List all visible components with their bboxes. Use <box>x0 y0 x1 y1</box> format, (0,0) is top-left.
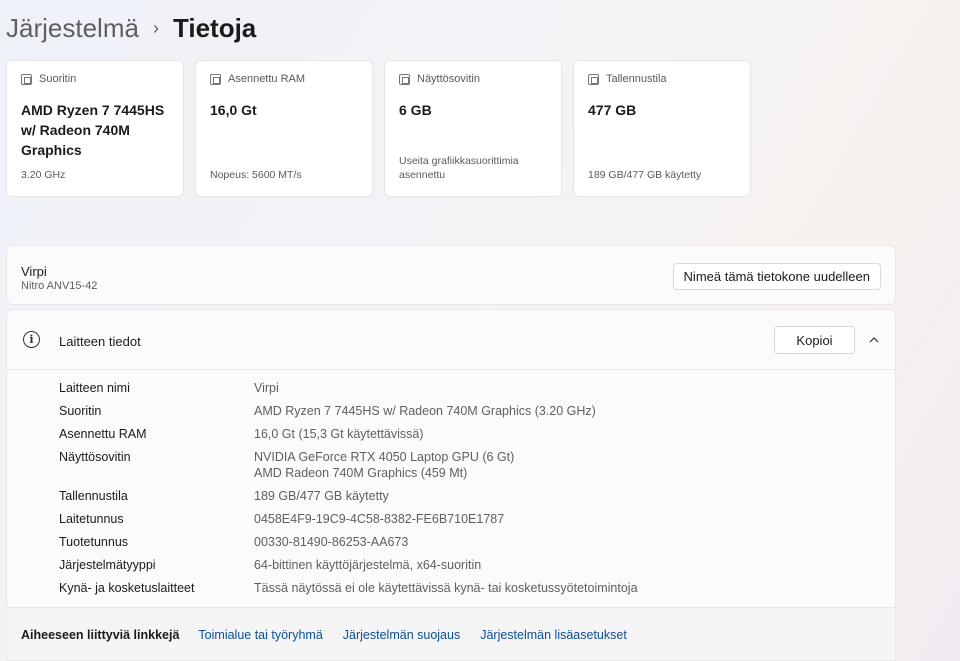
breadcrumb-parent[interactable]: Järjestelmä <box>6 13 139 44</box>
spec-row: Tuotetunnus 00330-81490-86253-AA673 <box>59 534 638 550</box>
related-links: Aiheeseen liittyviä linkkejä Toimialue t… <box>7 607 895 660</box>
spec-row: Tallennustila 189 GB/477 GB käytetty <box>59 488 638 504</box>
device-model: Nitro ANV15-42 <box>21 280 98 292</box>
spec-label: Tallennustila <box>59 489 128 503</box>
specs-header[interactable]: i Laitteen tiedot Kopioi <box>7 310 895 370</box>
card-label: Suoritin <box>39 73 77 85</box>
card-processor: Suoritin AMD Ryzen 7 7445HS w/ Radeon 74… <box>6 60 184 197</box>
spec-value: Tässä näytössä ei ole käytettävissä kynä… <box>254 581 638 595</box>
card-value: 16,0 Gt <box>210 102 257 118</box>
related-links-title: Aiheeseen liittyviä linkkejä <box>21 628 180 642</box>
link-advanced-system-settings[interactable]: Järjestelmän lisäasetukset <box>480 628 627 642</box>
card-footer: Useita grafiikkasuorittimia asennettu <box>399 155 519 181</box>
storage-icon <box>588 73 599 85</box>
spec-label: Laitteen nimi <box>59 381 130 395</box>
link-system-protection[interactable]: Järjestelmän suojaus <box>343 628 460 642</box>
rename-pc-button[interactable]: Nimeä tämä tietokone uudelleen <box>672 263 881 290</box>
page-title: Tietoja <box>172 12 257 43</box>
spec-row: Kynä- ja kosketuslaitteet Tässä näytössä… <box>59 580 638 596</box>
spec-row: Näyttösovitin NVIDIA GeForce RTX 4050 La… <box>59 449 638 481</box>
card-label: Tallennustila <box>606 73 667 85</box>
spec-row: Laitetunnus 0458E4F9-19C9-4C58-8382-FE6B… <box>59 511 638 527</box>
card-value: AMD Ryzen 7 7445HS w/ Radeon 740M Graphi… <box>21 102 165 158</box>
spec-value-line: AMD Radeon 740M Graphics (459 Mt) <box>254 466 468 480</box>
spec-value: 00330-81490-86253-AA673 <box>254 535 409 549</box>
card-storage: Tallennustila 477 GB 189 GB/477 GB käyte… <box>573 60 751 197</box>
spec-value: 16,0 Gt (15,3 Gt käytettävissä) <box>254 427 424 441</box>
device-name: Virpi <box>21 264 47 279</box>
card-display-adapter: Näyttösovitin 6 GB Useita grafiikkasuori… <box>384 60 562 197</box>
card-footer: 189 GB/477 GB käytetty <box>588 169 702 181</box>
card-label: Näyttösovitin <box>417 73 480 85</box>
chevron-up-icon[interactable] <box>869 335 879 345</box>
specs-table: Laitteen nimi Virpi Suoritin AMD Ryzen 7… <box>59 380 638 603</box>
card-footer: 3.20 GHz <box>21 169 66 181</box>
chevron-right-icon: › <box>152 17 159 38</box>
spec-row: Järjestelmätyyppi 64-bittinen käyttöjärj… <box>59 557 638 573</box>
device-specifications: i Laitteen tiedot Kopioi Laitteen nimi V… <box>6 309 896 661</box>
spec-label: Asennettu RAM <box>59 427 147 441</box>
spec-row: Suoritin AMD Ryzen 7 7445HS w/ Radeon 74… <box>59 403 638 419</box>
info-icon: i <box>23 331 40 348</box>
spec-label: Tuotetunnus <box>59 535 129 549</box>
spec-label: Suoritin <box>59 404 102 418</box>
display-adapter-icon <box>399 73 410 85</box>
spec-value: 0458E4F9-19C9-4C58-8382-FE6B710E1787 <box>254 512 505 526</box>
card-ram: Asennettu RAM 16,0 Gt Nopeus: 5600 MT/s <box>195 60 373 197</box>
card-value: 6 GB <box>399 102 432 118</box>
spec-label: Näyttösovitin <box>59 450 131 464</box>
spec-row: Laitteen nimi Virpi <box>59 380 638 396</box>
copy-button[interactable]: Kopioi <box>774 326 855 354</box>
spec-value: Virpi <box>254 381 279 395</box>
spec-value-line: NVIDIA GeForce RTX 4050 Laptop GPU (6 Gt… <box>254 450 515 464</box>
spec-value: 189 GB/477 GB käytetty <box>254 489 389 503</box>
spec-label: Laitetunnus <box>59 512 124 526</box>
card-footer: Nopeus: 5600 MT/s <box>210 169 302 181</box>
link-domain-workgroup[interactable]: Toimialue tai työryhmä <box>198 628 322 642</box>
card-value: 477 GB <box>588 102 637 118</box>
spec-value: 64-bittinen käyttöjärjestelmä, x64-suori… <box>254 558 482 572</box>
memory-icon <box>210 73 221 85</box>
spec-value: AMD Ryzen 7 7445HS w/ Radeon 740M Graphi… <box>254 404 596 418</box>
spec-label: Järjestelmätyyppi <box>59 558 156 572</box>
spec-cards: Suoritin AMD Ryzen 7 7445HS w/ Radeon 74… <box>6 60 751 197</box>
spec-value: NVIDIA GeForce RTX 4050 Laptop GPU (6 Gt… <box>254 449 514 481</box>
card-label: Asennettu RAM <box>228 73 306 85</box>
spec-row: Asennettu RAM 16,0 Gt (15,3 Gt käytettäv… <box>59 426 638 442</box>
breadcrumb: Järjestelmä › Tietoja <box>6 10 256 46</box>
spec-label: Kynä- ja kosketuslaitteet <box>59 581 195 595</box>
device-name-panel: Virpi Nitro ANV15-42 Nimeä tämä tietokon… <box>6 245 896 305</box>
processor-icon <box>21 73 32 85</box>
specs-title: Laitteen tiedot <box>59 334 141 349</box>
